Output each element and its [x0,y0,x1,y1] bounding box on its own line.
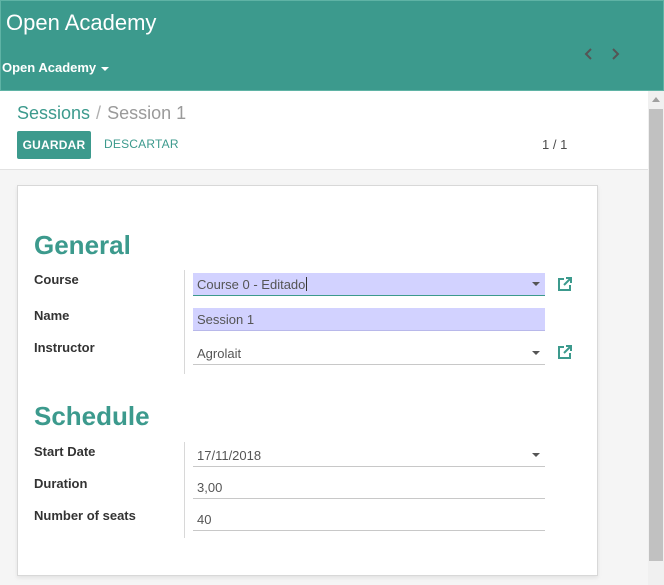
field-separator [184,270,185,374]
course-field[interactable]: Course 0 - Editado [193,273,545,296]
course-value: Course 0 - Editado [197,276,306,292]
discard-button[interactable]: DESCARTAR [104,137,179,151]
seats-label: Number of seats [34,508,136,523]
chevron-right-icon[interactable] [608,47,622,61]
breadcrumb-sessions-link[interactable]: Sessions [17,103,90,124]
app-title: Open Academy [6,10,157,35]
menu-open-academy[interactable]: Open Academy [2,60,110,75]
breadcrumb: Sessions / Session 1 [17,103,186,124]
text-cursor [306,277,308,291]
breadcrumb-separator: / [96,103,102,123]
start-date-value: 17/11/2018 [197,447,262,463]
duration-field[interactable]: 3,00 [193,476,545,499]
chevron-left-icon[interactable] [582,47,596,61]
section-title-schedule: Schedule [34,401,150,431]
name-field[interactable]: Session 1 [193,308,545,331]
start-date-field[interactable]: 17/11/2018 [193,444,545,467]
seats-value: 40 [197,511,212,527]
duration-value: 3,00 [197,479,223,495]
seats-field[interactable]: 40 [193,508,545,531]
caret-down-icon[interactable] [532,453,540,457]
instructor-value: Agrolait [197,345,242,361]
course-label: Course [34,272,79,287]
instructor-label: Instructor [34,340,95,355]
save-button[interactable]: GUARDAR [17,131,91,159]
scrollbar[interactable] [648,91,664,585]
app-navbar: Open Academy Open Academy [0,0,664,91]
section-title-general: General [34,230,131,260]
duration-label: Duration [34,476,88,491]
form-sheet: General Course Course 0 - Editado Name S… [17,185,598,576]
name-label: Name [34,308,70,323]
pager-value[interactable]: 1 / 1 [542,137,567,152]
external-link-icon[interactable] [556,343,574,361]
scroll-up-arrow-icon[interactable] [652,97,660,102]
control-panel: Sessions / Session 1 GUARDAR DESCARTAR 1… [0,91,648,170]
external-link-icon[interactable] [556,275,574,293]
form-view: General Course Course 0 - Editado Name S… [0,170,648,585]
start-date-label: Start Date [34,444,96,459]
caret-down-icon [101,66,110,71]
caret-down-icon[interactable] [532,351,540,355]
field-separator [184,442,185,538]
scrollbar-thumb[interactable] [649,109,663,561]
caret-down-icon[interactable] [532,282,540,286]
instructor-field[interactable]: Agrolait [193,342,545,365]
breadcrumb-current: Session 1 [107,103,187,123]
name-value: Session 1 [197,311,255,327]
menu-open-academy-label: Open Academy [2,60,97,75]
